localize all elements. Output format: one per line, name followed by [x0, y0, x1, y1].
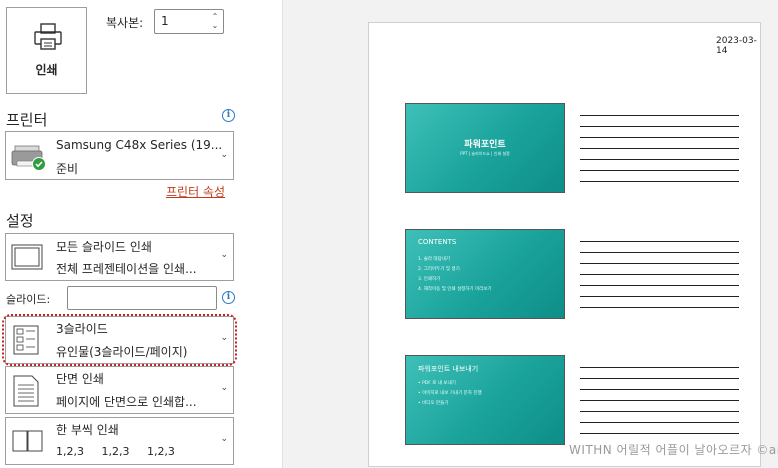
preview-date: 2023-03-14	[716, 36, 757, 56]
slide-item: 1. 슬라 대답내기	[418, 257, 450, 262]
slide-item: 4. 재작이동 및 인쇄 설정하기 미리보기	[418, 287, 492, 292]
note-lines	[580, 241, 739, 318]
single-sided-icon	[13, 375, 39, 407]
watermark-text: WITHN 어릴적 어플이 날아오르자 ©anne	[569, 443, 778, 457]
print-range-title: 모든 슬라이드 인쇄	[56, 240, 152, 254]
slide-item: 3. 인쇄하기	[418, 277, 441, 282]
preview-slide-3: 파워포인트 내보내기 • PDF 로 내 보내기 • 이미지로 내보 기내기 문…	[405, 355, 565, 445]
slide-item: • PDF 로 내 보내기	[418, 381, 456, 386]
spin-down-icon[interactable]: ⌄	[210, 21, 220, 30]
collate-dropdown[interactable]: 한 부씩 인쇄 1,2,3 1,2,3 1,2,3 ⌄	[5, 417, 234, 465]
slides-info-icon[interactable]: i	[222, 291, 235, 304]
print-button-label: 인쇄	[35, 63, 58, 77]
slide-title: 파워포인트	[464, 140, 506, 150]
copies-spin-buttons[interactable]: ⌃ ⌄	[210, 12, 220, 30]
note-lines	[580, 367, 739, 444]
chevron-down-icon: ⌄	[220, 383, 228, 393]
chevron-down-icon: ⌄	[220, 333, 228, 343]
chevron-down-icon: ⌄	[220, 250, 228, 260]
printer-status: 준비	[56, 162, 79, 176]
printer-section-title: 프린터	[6, 111, 48, 129]
slides-label: 슬라이드:	[6, 293, 51, 306]
preview-page: 2023-03-14 파워포인트 PPT | 슬라이드쇼 | 인쇄 설정 CON…	[368, 22, 761, 467]
layout-dropdown[interactable]: 3슬라이드 유인물(3슬라이드/페이지) ⌄	[5, 316, 234, 364]
preview-slide-2: CONTENTS 1. 슬라 대답내기 2. 그리어두기 및 생기 3. 인쇄하…	[405, 229, 565, 319]
layout-title: 3슬라이드	[56, 322, 108, 336]
slide-item: • 비디오 만들기	[418, 401, 449, 406]
copies-stepper[interactable]: 1 ⌃ ⌄	[154, 9, 224, 34]
sides-title: 단면 인쇄	[56, 372, 104, 386]
handout-layout-icon	[13, 325, 39, 355]
print-button[interactable]: 인쇄	[6, 7, 87, 94]
slide-item: • 이미지로 내보 기내기 문자 진행	[418, 391, 482, 396]
printer-device-icon	[11, 145, 46, 171]
note-lines	[580, 115, 739, 192]
sides-subtitle: 페이지에 단면으로 인쇄합...	[56, 395, 197, 409]
printer-info-icon[interactable]: i	[222, 109, 235, 122]
print-range-subtitle: 전체 프레젠테이션을 인쇄...	[56, 262, 197, 276]
copies-label: 복사본:	[106, 16, 144, 30]
slide-item: 2. 그리어두기 및 생기	[418, 267, 460, 272]
printer-name: Samsung C48x Series (19...	[56, 138, 221, 152]
printer-properties-link[interactable]: 프린터 속성	[166, 183, 225, 200]
printer-icon	[34, 23, 62, 50]
chevron-down-icon: ⌄	[220, 150, 228, 160]
collate-icon	[12, 430, 43, 452]
printer-dropdown[interactable]: Samsung C48x Series (19... 준비 ⌄	[5, 131, 234, 180]
copies-value: 1	[161, 14, 169, 28]
preview-slide-1: 파워포인트 PPT | 슬라이드쇼 | 인쇄 설정	[405, 103, 565, 193]
settings-section-title: 설정	[6, 212, 34, 230]
spin-up-icon[interactable]: ⌃	[210, 12, 220, 21]
print-preview-area: 2023-03-14 파워포인트 PPT | 슬라이드쇼 | 인쇄 설정 CON…	[282, 0, 778, 468]
collate-subtitle: 1,2,3 1,2,3 1,2,3	[56, 445, 175, 458]
print-settings-panel: 인쇄 복사본: 1 ⌃ ⌄ 프린터 i Samsung C48x Series …	[0, 0, 282, 468]
chevron-down-icon: ⌄	[220, 434, 228, 444]
all-slides-icon	[11, 244, 43, 270]
slide-title: 파워포인트 내보내기	[418, 365, 479, 373]
slide-title: CONTENTS	[418, 238, 457, 246]
slides-input[interactable]	[67, 286, 217, 310]
print-range-dropdown[interactable]: 모든 슬라이드 인쇄 전체 프레젠테이션을 인쇄... ⌄	[5, 233, 234, 281]
slide-subtitle: PPT | 슬라이드쇼 | 인쇄 설정	[460, 151, 510, 156]
collate-title: 한 부씩 인쇄	[56, 423, 119, 437]
layout-subtitle: 유인물(3슬라이드/페이지)	[56, 345, 188, 359]
sides-dropdown[interactable]: 단면 인쇄 페이지에 단면으로 인쇄합... ⌄	[5, 366, 234, 414]
